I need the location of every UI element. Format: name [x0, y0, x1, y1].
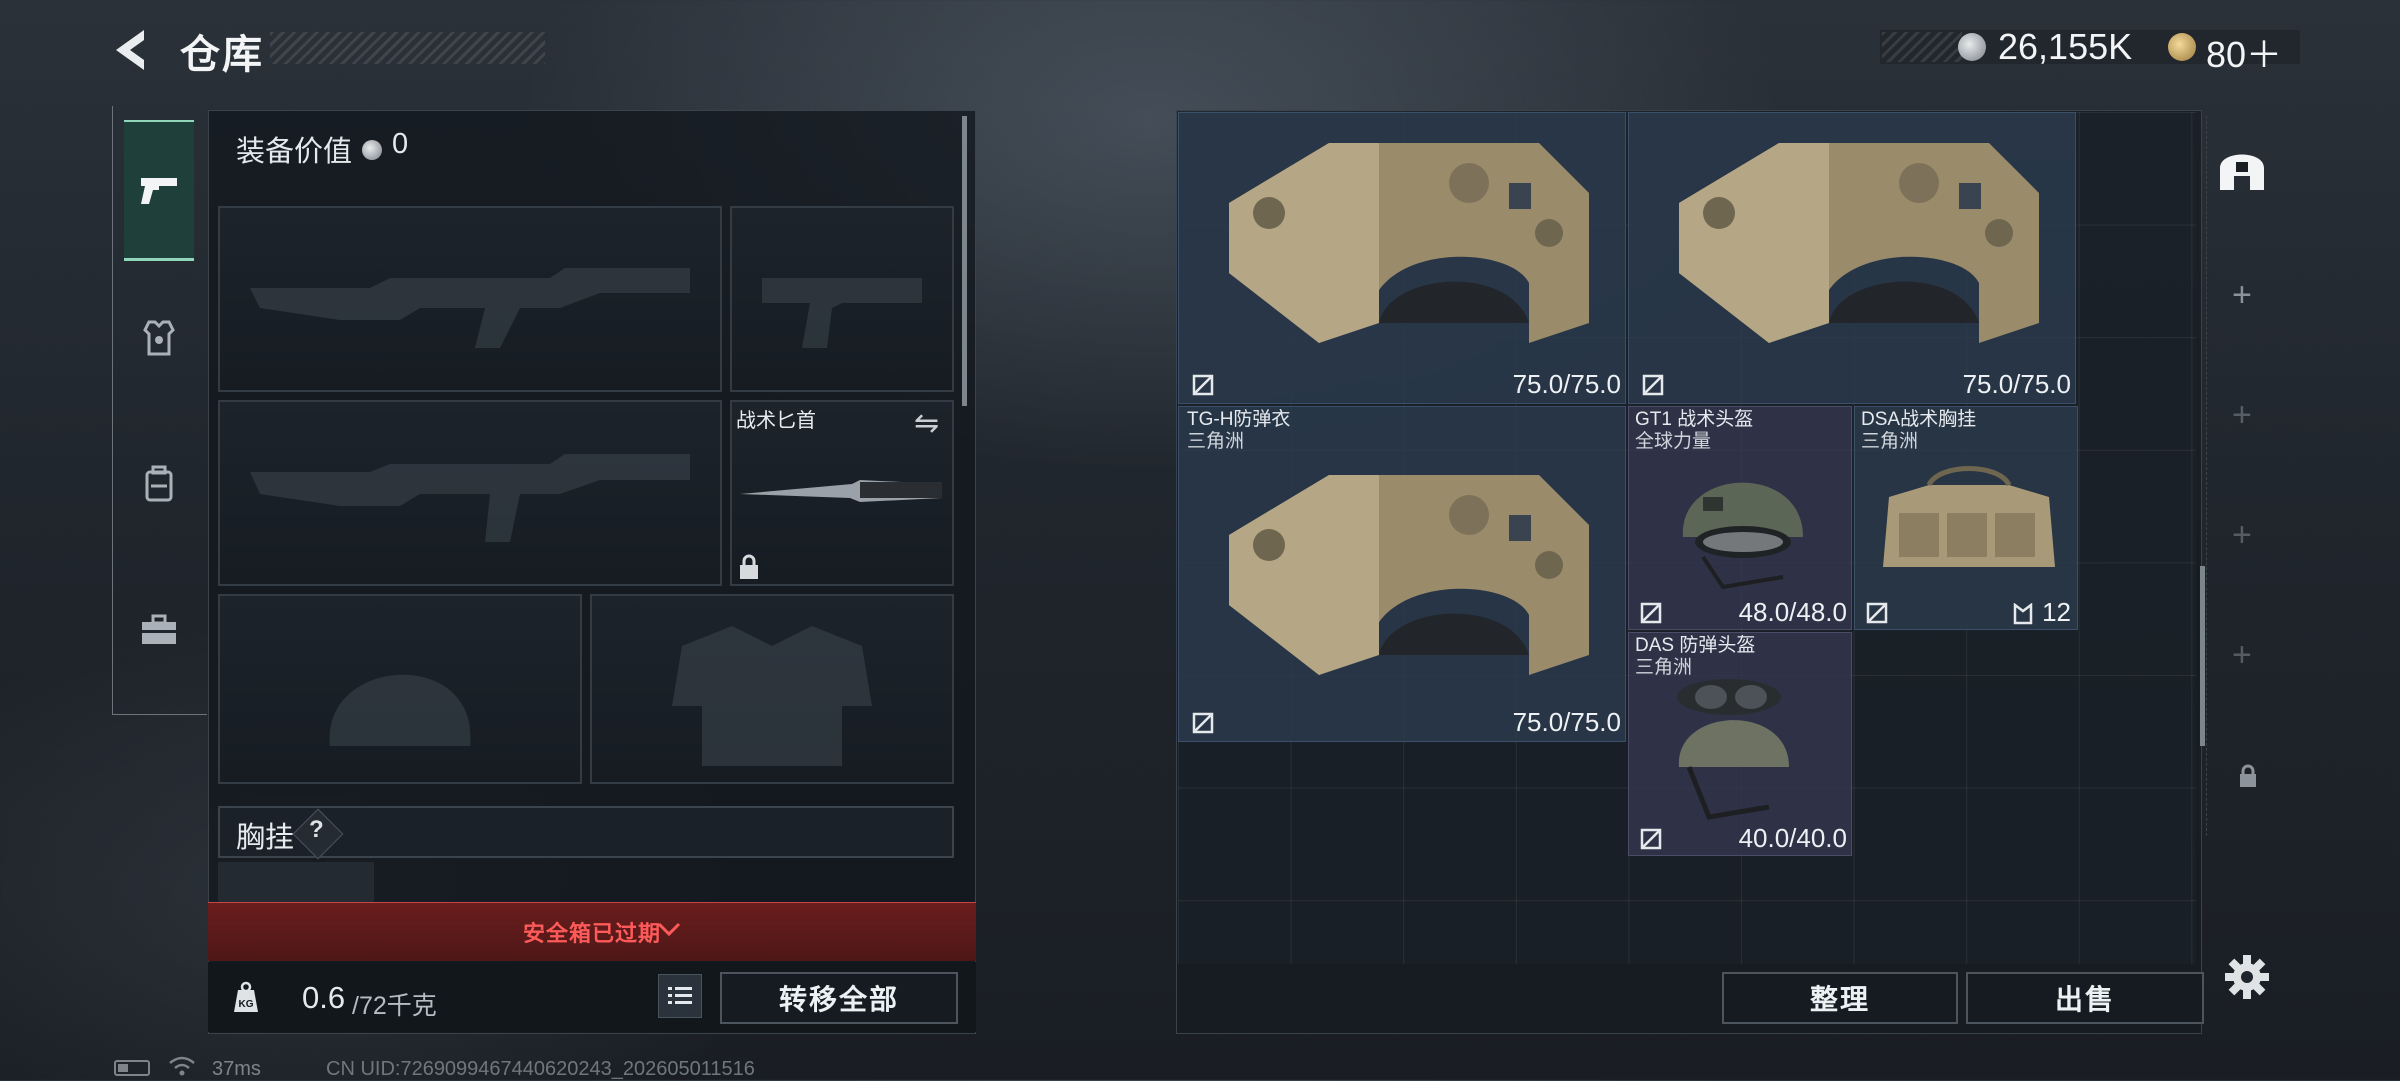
- list-view-button[interactable]: [658, 974, 702, 1018]
- no-insurance-icon: [1640, 828, 1662, 850]
- uid-text: CN UID:7269099467440620243_202605011516: [326, 1058, 755, 1080]
- storage-home-icon[interactable]: [2214, 140, 2270, 196]
- tab-case[interactable]: [124, 562, 194, 698]
- armor-icon: [143, 320, 175, 356]
- storage-item-helmet[interactable]: GT1 战术头盔 全球力量 48.0/48.0: [1628, 406, 1852, 630]
- item-name: DSA战术胸挂: [1861, 409, 1977, 430]
- melee-label: 战术匕首: [736, 410, 816, 432]
- armor-vest-image: [1229, 143, 1589, 343]
- primary-weapon-slot-2[interactable]: [218, 400, 722, 586]
- storage-item-chest-rig[interactable]: DSA战术胸挂 三角洲 12: [1854, 406, 2078, 630]
- lock-icon: [2240, 764, 2256, 787]
- chevron-down-icon: [657, 922, 681, 937]
- equip-value-label: 装备价值: [236, 136, 353, 168]
- storage-item-vest[interactable]: 75.0/75.0: [1628, 112, 2076, 404]
- helmet-slot[interactable]: [218, 594, 582, 784]
- item-name: GT1 战术头盔: [1635, 409, 1754, 430]
- storage-item-helmet[interactable]: DAS 防弹头盔 三角洲 40.0/40.0: [1628, 632, 1852, 856]
- gear-icon[interactable]: [2222, 952, 2272, 1002]
- battery-level: [118, 1064, 128, 1072]
- money-amount: 26,155K: [1998, 26, 2133, 67]
- helmet-silhouette-icon: [329, 674, 471, 746]
- durability: 75.0/75.0: [1962, 369, 2071, 399]
- pistol-icon: [141, 178, 177, 204]
- vest-slot[interactable]: [590, 594, 954, 784]
- item-source: 三角洲: [1187, 431, 1245, 452]
- transfer-all-button[interactable]: 转移全部: [720, 972, 958, 1024]
- pistol-silhouette-icon: [762, 278, 922, 348]
- sidearm-slot[interactable]: [730, 206, 954, 392]
- durability: 48.0/48.0: [1738, 597, 1847, 627]
- weight-capacity: /72千克: [352, 992, 437, 1020]
- storage-item-vest[interactable]: TG-H防弹衣 三角洲 75.0/75.0: [1178, 406, 1626, 742]
- briefcase-icon: [142, 614, 176, 644]
- list-icon: [668, 987, 692, 1004]
- add-page-button[interactable]: +: [2232, 396, 2252, 435]
- durability: 40.0/40.0: [1738, 823, 1847, 853]
- add-page-button[interactable]: +: [2232, 276, 2252, 315]
- coin-icon: [362, 140, 382, 160]
- title-decoration: [270, 32, 545, 64]
- durability: 75.0/75.0: [1512, 707, 1621, 737]
- tab-backpack[interactable]: [124, 416, 194, 552]
- page-title: 仓库: [180, 33, 264, 77]
- coin-icon: [1958, 33, 1986, 61]
- no-insurance-icon: [1642, 374, 1664, 396]
- currency-decoration: [1882, 32, 1962, 62]
- capacity-icon: [2013, 603, 2033, 625]
- chest-rig-preview: [218, 862, 374, 902]
- armor-vest-image: [1229, 475, 1589, 675]
- add-page-button[interactable]: +: [2232, 516, 2252, 555]
- sell-button[interactable]: 出售: [1966, 972, 2204, 1024]
- rifle-silhouette-icon: [250, 454, 690, 542]
- tidy-button[interactable]: 整理: [1722, 972, 1958, 1024]
- vest-silhouette-icon: [672, 626, 872, 766]
- ping-text: 37ms: [212, 1058, 261, 1080]
- weight-value: 0.6: [302, 980, 346, 1015]
- gold-coin-icon: [2168, 33, 2196, 61]
- storage-item-vest[interactable]: 75.0/75.0: [1178, 112, 1626, 404]
- wifi-icon: [169, 1056, 195, 1076]
- expired-notice: 安全箱已过期: [522, 921, 661, 946]
- swap-icon[interactable]: ⇋: [914, 406, 939, 441]
- item-source: 三角洲: [1861, 431, 1919, 452]
- svg-text:KG: KG: [239, 999, 254, 1010]
- chest-rig-label: 胸挂: [236, 822, 295, 854]
- backpack-icon: [145, 465, 173, 502]
- tab-weapon[interactable]: [124, 120, 194, 261]
- rifle-silhouette-icon: [250, 268, 690, 348]
- no-insurance-icon: [1192, 712, 1214, 734]
- weight-kg-icon: KG: [234, 981, 258, 1012]
- tab-armor[interactable]: [124, 270, 194, 406]
- token-amount[interactable]: 80＋: [2206, 26, 2282, 78]
- back-arrow-icon[interactable]: [110, 26, 154, 74]
- helmet-image: [1677, 679, 1789, 820]
- no-insurance-icon: [1640, 602, 1662, 624]
- item-name: TG-H防弹衣: [1187, 409, 1291, 430]
- durability: 75.0/75.0: [1512, 369, 1621, 399]
- scrollbar[interactable]: [2200, 566, 2205, 746]
- item-name: DAS 防弹头盔: [1635, 635, 1756, 656]
- no-insurance-icon: [1866, 602, 1888, 624]
- no-insurance-icon: [1192, 374, 1214, 396]
- helmet-image: [1682, 482, 1803, 590]
- add-page-button[interactable]: +: [2232, 636, 2252, 675]
- scrollbar[interactable]: [962, 116, 967, 406]
- help-icon[interactable]: ?: [309, 816, 324, 844]
- primary-weapon-slot-1[interactable]: [218, 206, 722, 392]
- lock-icon: [740, 554, 758, 579]
- armor-vest-image: [1679, 143, 2039, 343]
- equip-value: 0: [392, 128, 409, 160]
- storage-page-tabs: [2206, 116, 2287, 836]
- capacity-value: 12: [2042, 597, 2071, 627]
- expired-notice-bar[interactable]: 安全箱已过期: [208, 902, 976, 961]
- chest-rig-image: [1883, 466, 2055, 567]
